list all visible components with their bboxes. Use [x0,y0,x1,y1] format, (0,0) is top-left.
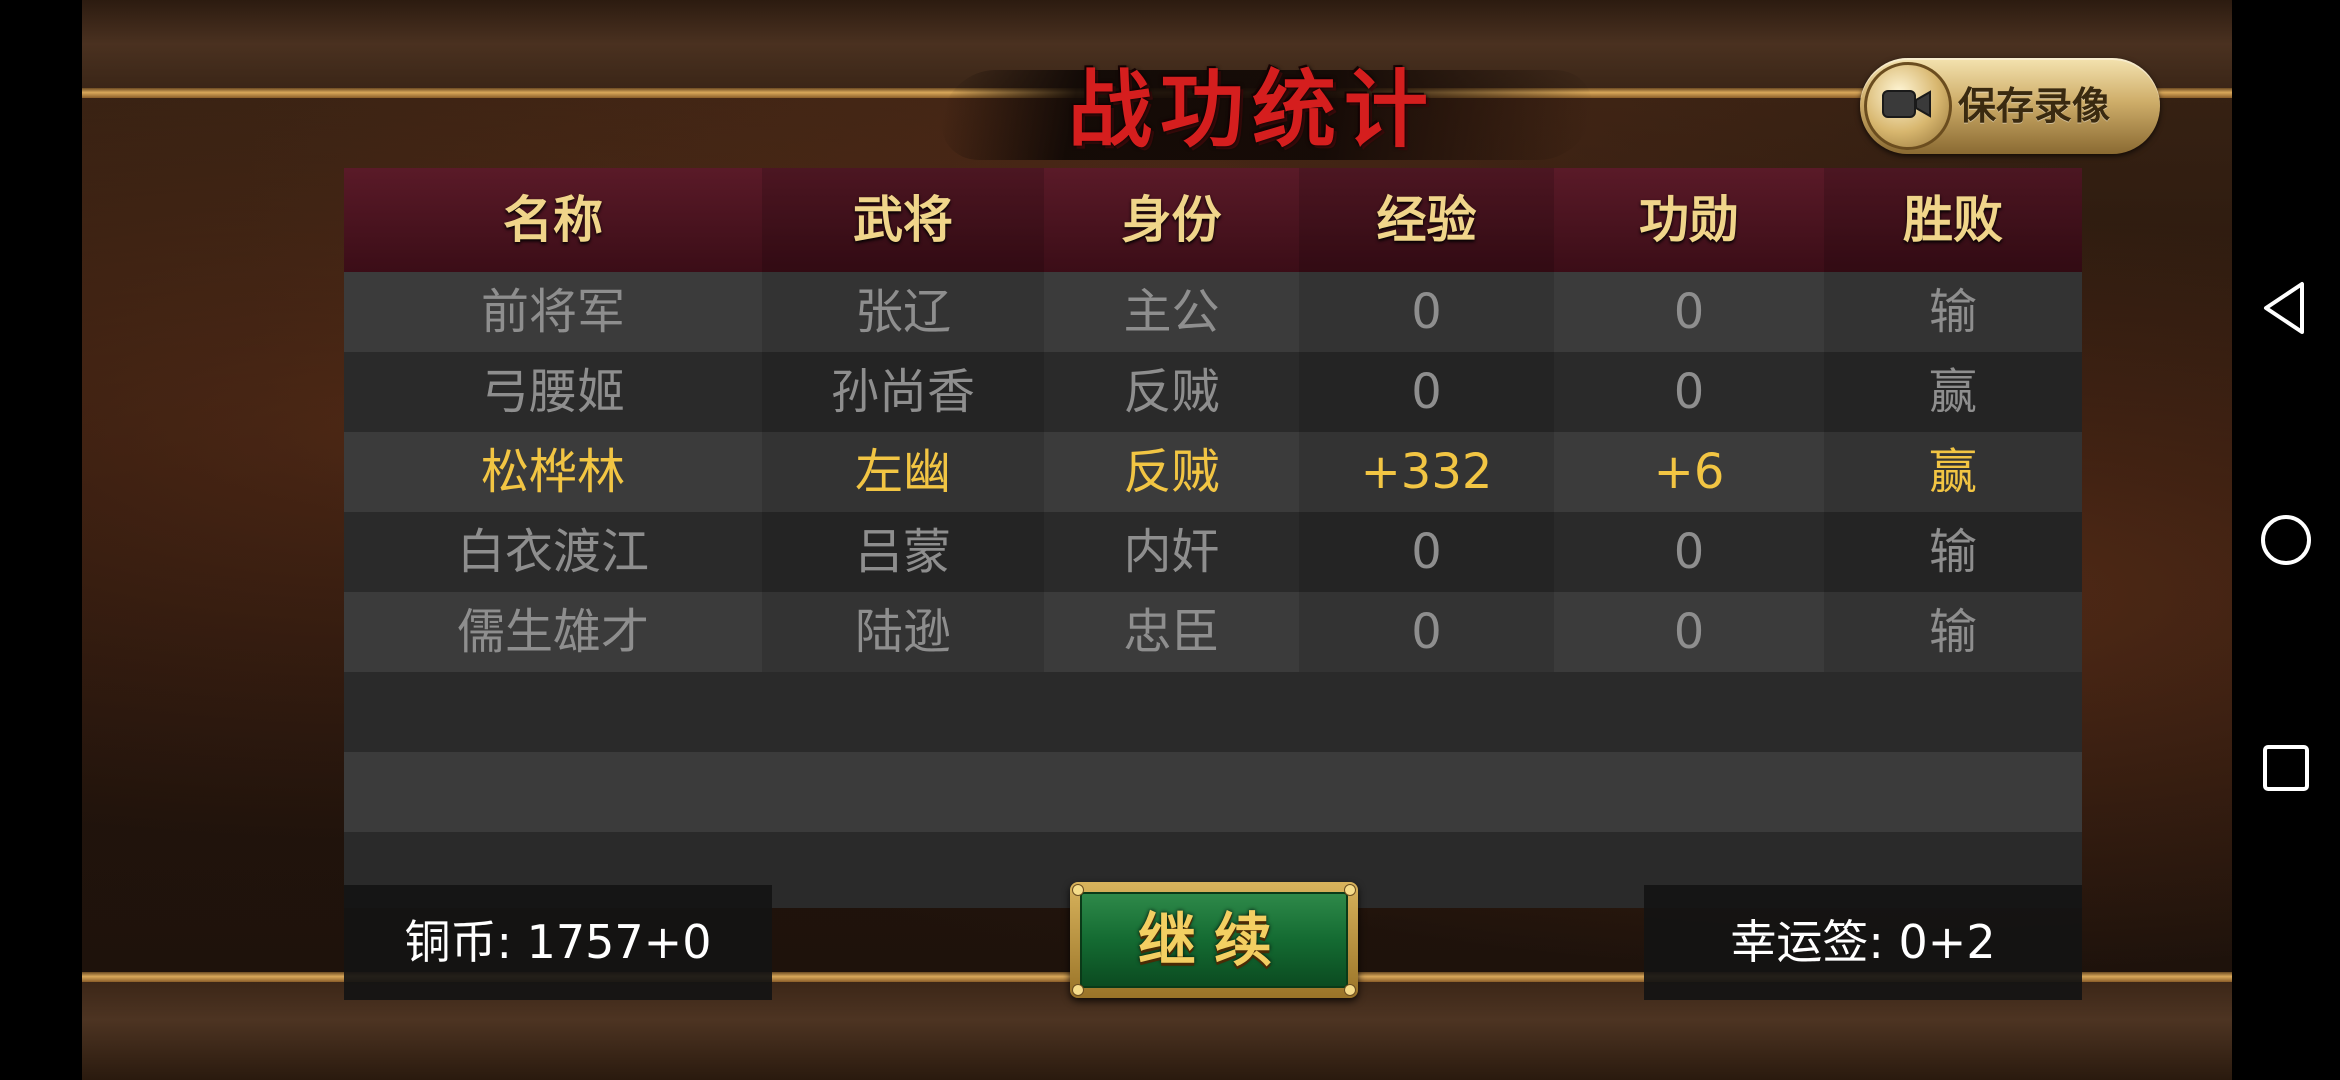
cell-merit: 0 [1673,364,1705,420]
button-rivet [1345,985,1355,995]
system-navigation-bar [2232,0,2340,1080]
cell-merit: 0 [1673,284,1705,340]
cell-general: 孙尚香 [762,352,1044,432]
cell-identity: 主公 [1123,284,1220,340]
recents-square-icon[interactable] [2252,734,2320,802]
button-rivet [1073,885,1083,895]
save-button-label: 保存录像 [1958,84,2111,128]
cell-name: 松桦林 [480,444,625,500]
home-circle-icon[interactable] [2252,506,2320,574]
cell-general: 吕蒙 [762,512,1044,592]
continue-button[interactable]: 继续 [1070,882,1358,998]
header-identity: 身份 [1121,190,1222,249]
cell-identity: 忠臣 [1123,604,1220,660]
header-result: 胜败 [1824,168,2082,272]
cell-name: 儒生雄才 [456,604,649,660]
save-recording-button[interactable]: 保存录像 [1860,58,2160,154]
cell-experience: 0 [1299,272,1554,352]
cell-name: 前将军 [480,284,625,340]
lucky-draw-panel: 幸运签: 0+2 [1644,885,2082,1000]
title-banner: 战功统计 [912,40,1612,170]
table-row-self: 松桦林 左幽 反贼 +332 +6 赢 [344,432,2082,512]
header-merit: 功勋 [1639,190,1739,249]
lucky-draw-text: 幸运签: 0+2 [1730,915,1996,969]
page-title: 战功统计 [1067,60,1436,159]
cell-general: 陆逊 [762,592,1044,672]
continue-button-label: 继续 [1137,906,1290,974]
cell-result: 输 [1824,272,2082,352]
button-rivet [1073,985,1083,995]
cell-experience: 0 [1299,592,1554,672]
continue-button-face: 继续 [1080,892,1348,988]
back-triangle-icon[interactable] [2252,274,2320,342]
cell-result: 赢 [1824,432,2082,512]
cell-identity: 反贼 [1123,444,1220,500]
table-row-empty [344,672,2082,752]
table-row: 白衣渡江 吕蒙 内奸 0 0 输 [344,512,2082,592]
cell-name: 弓腰姬 [480,364,625,420]
table-header: 名称 武将 身份 经验 功勋 胜败 [344,168,2082,272]
button-rivet [1345,885,1355,895]
video-camera-icon [1882,90,1931,118]
cell-merit: +6 [1653,444,1725,500]
cell-identity: 内奸 [1123,524,1220,580]
cell-experience: +332 [1299,432,1554,512]
table-row-empty [344,752,2082,832]
cell-merit: 0 [1673,604,1705,660]
cell-general: 左幽 [762,432,1044,512]
screen: 战功统计 保存录像 名称 武将 身份 经验 功勋 胜败 前将军 张辽 主公 0 … [0,0,2340,1080]
game-screen: 战功统计 保存录像 名称 武将 身份 经验 功勋 胜败 前将军 张辽 主公 0 … [82,0,2232,1080]
cell-result: 输 [1824,512,2082,592]
header-name: 名称 [503,190,603,249]
cell-merit: 0 [1673,524,1705,580]
cell-general: 张辽 [762,272,1044,352]
cell-result: 输 [1824,592,2082,672]
cell-result: 赢 [1824,352,2082,432]
table-row: 儒生雄才 陆逊 忠臣 0 0 输 [344,592,2082,672]
coins-panel: 铜币: 1757+0 [344,885,772,1000]
cell-name: 白衣渡江 [456,524,649,580]
battle-stats-table: 名称 武将 身份 经验 功勋 胜败 前将军 张辽 主公 0 0 输 弓腰姬 孙尚… [344,168,2082,908]
header-experience: 经验 [1299,168,1554,272]
table-row: 前将军 张辽 主公 0 0 输 [344,272,2082,352]
cell-experience: 0 [1299,352,1554,432]
table-row: 弓腰姬 孙尚香 反贼 0 0 赢 [344,352,2082,432]
cell-identity: 反贼 [1123,364,1220,420]
coins-text: 铜币: 1757+0 [404,915,712,969]
header-general: 武将 [762,168,1044,272]
cell-experience: 0 [1299,512,1554,592]
